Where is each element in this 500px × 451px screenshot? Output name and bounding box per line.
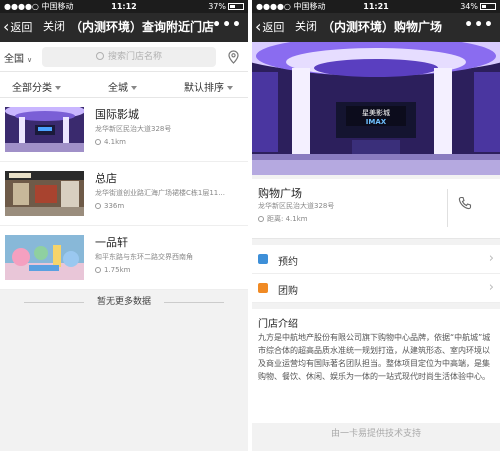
distance-value: 距离: 4.1km bbox=[267, 215, 308, 223]
calendar-icon bbox=[258, 254, 268, 264]
store-detail-screen: ●●●●○ 中国移动 11:21 34% ‹返回 关闭 （内测环境）购物广场 •… bbox=[252, 0, 500, 451]
sort-filter[interactable]: 默认排序 bbox=[184, 79, 233, 94]
store-photo bbox=[5, 171, 84, 216]
location-icon bbox=[95, 139, 101, 145]
category-filter[interactable]: 全部分类 bbox=[12, 79, 61, 94]
list-item[interactable]: 国际影城 龙华新区民治大道328号 4.1km bbox=[0, 98, 248, 162]
screens: ●●●●○ 中国移动 11:12 37% ‹返回 关闭 （内测环境）查询附近门店… bbox=[0, 0, 500, 451]
store-distance: 1.75km bbox=[95, 266, 130, 274]
battery-indicator: 34% bbox=[460, 0, 496, 13]
battery-icon bbox=[480, 3, 496, 10]
search-icon bbox=[95, 52, 104, 60]
divider bbox=[24, 302, 84, 303]
distance-value: 4.1km bbox=[104, 138, 127, 146]
menu-item-label: 预约 bbox=[278, 257, 298, 268]
divider bbox=[164, 302, 224, 303]
introduction-text: 九方是中航地产股份有限公司旗下购物中心品牌，依据“中航城”城市综合体的超高品质水… bbox=[258, 333, 491, 381]
battery-icon bbox=[228, 3, 244, 10]
back-button[interactable]: ‹返回 bbox=[3, 19, 32, 36]
area-filter-label: 全城 bbox=[108, 83, 128, 94]
distance-value: 336m bbox=[104, 202, 125, 210]
chevron-down-icon: ∨ bbox=[27, 56, 33, 64]
location-pin-icon[interactable] bbox=[228, 50, 239, 64]
dropdown-arrow-icon bbox=[227, 86, 233, 90]
end-of-list-notice: 暂无更多数据 bbox=[0, 290, 248, 314]
back-label: 返回 bbox=[262, 21, 285, 34]
hero-imax-text: IMAX bbox=[366, 118, 387, 126]
status-bar: ●●●●○ 中国移动 11:21 34% bbox=[252, 0, 500, 13]
search-row: 全国 ∨ 搜索门店名称 bbox=[0, 42, 248, 72]
store-hero-photo: 星美影城 IMAX bbox=[252, 22, 500, 175]
group-buy-menu-item[interactable]: 团购 › bbox=[252, 274, 500, 303]
category-filter-label: 全部分类 bbox=[12, 83, 52, 94]
back-label: 返回 bbox=[10, 21, 33, 34]
no-more-label: 暂无更多数据 bbox=[96, 297, 151, 307]
more-menu-button[interactable]: ••• bbox=[212, 17, 242, 33]
chevron-left-icon: ‹ bbox=[255, 17, 262, 36]
more-menu-button[interactable]: ••• bbox=[464, 17, 494, 33]
reservation-menu-item[interactable]: 预约 › bbox=[252, 245, 500, 274]
status-bar: ●●●●○ 中国移动 11:12 37% bbox=[0, 0, 248, 13]
location-icon bbox=[95, 203, 101, 209]
list-item[interactable]: 总店 龙华街道创业路汇海广场裙楼C栋1层11... 336m bbox=[0, 162, 248, 226]
divider bbox=[447, 189, 448, 227]
group-buy-icon bbox=[258, 283, 268, 293]
store-address: 龙华新区民治大道328号 bbox=[258, 202, 335, 210]
location-icon bbox=[95, 267, 101, 273]
store-photo bbox=[5, 107, 84, 152]
close-button[interactable]: 关闭 bbox=[295, 19, 317, 35]
battery-indicator: 37% bbox=[208, 0, 244, 13]
store-name: 国际影城 bbox=[95, 108, 139, 121]
area-filter[interactable]: 全城 bbox=[108, 79, 137, 94]
store-name: 总店 bbox=[95, 172, 117, 185]
city-label: 全国 bbox=[4, 54, 24, 65]
distance-value: 1.75km bbox=[104, 266, 131, 274]
menu-item-label: 团购 bbox=[278, 286, 298, 297]
city-selector[interactable]: 全国 ∨ bbox=[4, 50, 32, 65]
location-icon bbox=[258, 216, 264, 222]
action-menu: 预约 › 团购 › bbox=[252, 245, 500, 303]
section-title: 门店介绍 bbox=[258, 319, 298, 330]
battery-percent: 34% bbox=[460, 2, 478, 11]
store-distance: 336m bbox=[95, 202, 124, 210]
store-distance: 距离: 4.1km bbox=[258, 214, 308, 224]
store-photo bbox=[5, 235, 84, 280]
store-info-card: 购物广场 龙华新区民治大道328号 距离: 4.1km bbox=[252, 179, 500, 239]
filter-bar: 全部分类 全城 默认排序 bbox=[0, 72, 248, 98]
store-list: 国际影城 龙华新区民治大道328号 4.1km 总店 龙华街道创业路汇海广场裙楼… bbox=[0, 98, 248, 290]
page-title: （内测环境）购物广场 bbox=[322, 20, 443, 34]
chevron-left-icon: ‹ bbox=[3, 17, 10, 36]
store-distance: 4.1km bbox=[95, 138, 126, 146]
hero-sign-text: 星美影城 bbox=[362, 108, 390, 117]
store-address: 龙华新区民治大道328号 bbox=[95, 125, 172, 133]
search-input[interactable]: 搜索门店名称 bbox=[42, 47, 216, 67]
nav-bar: ‹返回 关闭 （内测环境）查询附近门店 ••• bbox=[0, 13, 248, 42]
nav-bar: ‹返回 关闭 （内测环境）购物广场 ••• bbox=[252, 13, 500, 42]
store-introduction: 门店介绍 九方是中航地产股份有限公司旗下购物中心品牌，依据“中航城”城市综合体的… bbox=[252, 309, 500, 423]
battery-percent: 37% bbox=[208, 2, 226, 11]
chevron-right-icon: › bbox=[488, 280, 494, 295]
store-address: 龙华街道创业路汇海广场裙楼C栋1层11... bbox=[95, 189, 225, 197]
page-title: （内测环境）查询附近门店 bbox=[70, 20, 215, 34]
chevron-right-icon: › bbox=[488, 251, 494, 266]
back-button[interactable]: ‹返回 bbox=[255, 19, 284, 36]
list-item[interactable]: 一品轩 和平东路与东环二路交界西南角 1.75km bbox=[0, 226, 248, 290]
store-address: 和平东路与东环二路交界西南角 bbox=[95, 253, 193, 261]
store-search-screen: ●●●●○ 中国移动 11:12 37% ‹返回 关闭 （内测环境）查询附近门店… bbox=[0, 0, 248, 451]
dropdown-arrow-icon bbox=[55, 86, 61, 90]
store-name: 一品轩 bbox=[95, 236, 128, 249]
search-placeholder: 搜索门店名称 bbox=[107, 52, 162, 62]
sort-filter-label: 默认排序 bbox=[184, 83, 224, 94]
close-button[interactable]: 关闭 bbox=[43, 19, 65, 35]
dropdown-arrow-icon bbox=[131, 86, 137, 90]
phone-icon[interactable] bbox=[458, 196, 472, 210]
store-name: 购物广场 bbox=[258, 187, 302, 200]
tech-support-footer: 由一卡易提供技术支持 bbox=[330, 429, 421, 439]
